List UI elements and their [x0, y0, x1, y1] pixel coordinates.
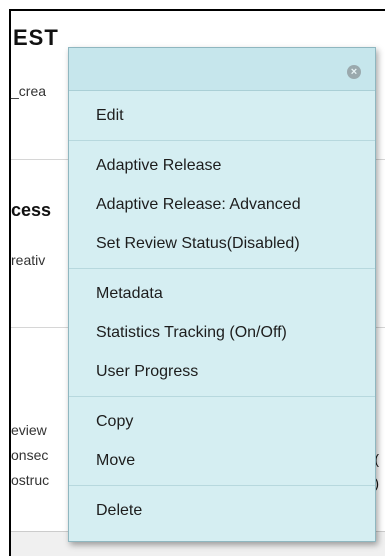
menu-group: Copy Move [69, 397, 375, 486]
menu-item-adaptive-release[interactable]: Adaptive Release [69, 146, 375, 185]
menu-item-edit[interactable]: Edit [69, 96, 375, 135]
item-description: onsec [11, 447, 49, 463]
menu-item-move[interactable]: Move [69, 441, 375, 480]
menu-group: Delete [69, 486, 375, 535]
menu-item-adaptive-release-advanced[interactable]: Adaptive Release: Advanced [69, 185, 375, 224]
menu-item-metadata[interactable]: Metadata [69, 274, 375, 313]
item-description: ostruc [11, 472, 50, 488]
item-title[interactable]: cess [11, 200, 51, 221]
close-icon[interactable]: × [347, 65, 361, 79]
context-menu: × Edit Adaptive Release Adaptive Release: … [68, 47, 376, 542]
menu-item-user-progress[interactable]: User Progress [69, 352, 375, 391]
menu-item-copy[interactable]: Copy [69, 402, 375, 441]
menu-item-statistics-tracking-on-off[interactable]: Statistics Tracking (On/Off) [69, 313, 375, 352]
menu-groups: Edit Adaptive Release Adaptive Release: Ad… [69, 91, 375, 535]
menu-group: Edit [69, 91, 375, 141]
menu-item-set-review-status-disabled[interactable]: Set Review Status(Disabled) [69, 224, 375, 263]
item-description: eview [11, 422, 47, 438]
page-title: EST [13, 25, 59, 50]
menu-group: Metadata Statistics Tracking (On/Off) User… [69, 269, 375, 397]
menu-group: Adaptive Release Adaptive Release: Advanc… [69, 141, 375, 269]
menu-item-delete[interactable]: Delete [69, 491, 375, 530]
menu-header: × [69, 48, 375, 91]
item-description: reativ [11, 252, 46, 268]
item-description: _crea [11, 83, 47, 99]
